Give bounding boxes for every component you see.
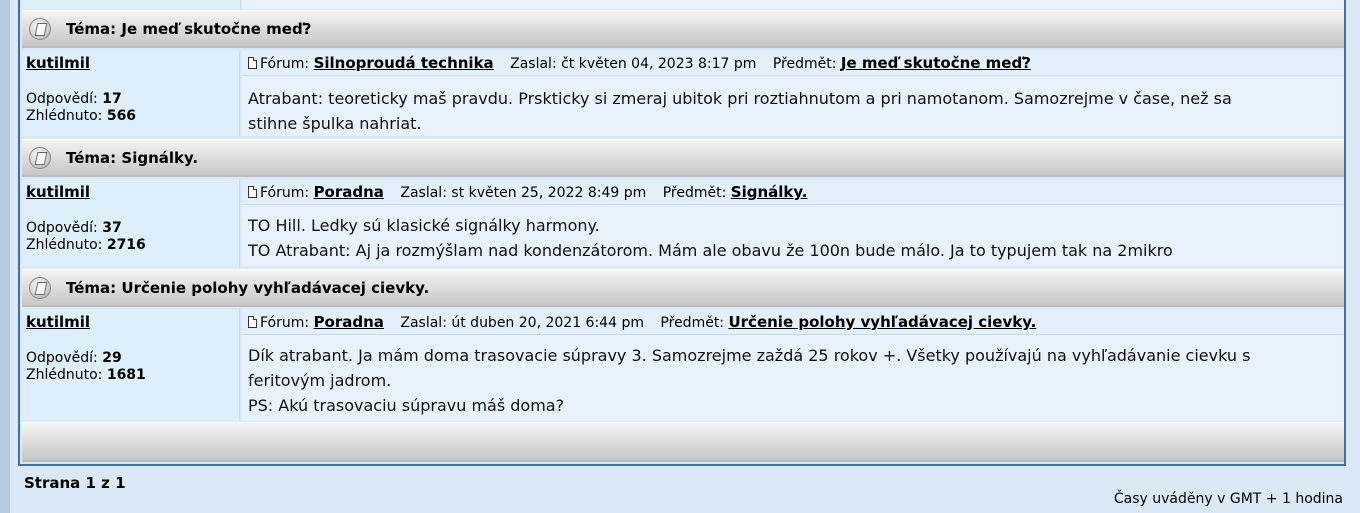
posted-date: Zaslal: út duben 20, 2021 6:44 pm [400, 315, 644, 331]
views-count: 566 [106, 108, 137, 124]
message-line: TO Atrabant: Aj ja rozmýšlam nad kondenz… [248, 241, 1173, 260]
post-message: TO Hill. Ledky sú klasické signálky harm… [248, 213, 1326, 263]
search-results-table: Téma: Je meď skutočne meď? kutilmil Odpo… [18, 0, 1346, 466]
forum-link[interactable]: Silnoproudá technika [314, 54, 494, 72]
replies-count: 17 [102, 91, 122, 107]
views-label: Zhlédnuto: [26, 367, 103, 383]
forum-link[interactable]: Poradna [314, 313, 384, 331]
topic-icon [29, 18, 51, 40]
post-row: kutilmil Odpovědí: 29 Zhlédnuto: 1681 Fó… [22, 309, 1344, 421]
topic-title[interactable]: Téma: Určenie polohy vyhľadávacej cievky… [66, 279, 429, 297]
forum-label: Fórum: [260, 185, 310, 201]
forum-link[interactable]: Poradna [314, 183, 384, 201]
post-document-icon [248, 186, 257, 198]
post-meta-bar: Fórum: Poradna Zaslal: st květen 25, 202… [242, 179, 1344, 205]
topic-stats: Odpovědí: 29 Zhlédnuto: 1681 [26, 350, 146, 384]
replies-label: Odpovědí: [26, 220, 98, 236]
subject-label: Předmět: [772, 56, 837, 72]
post-document-icon [248, 316, 257, 328]
message-line: PS: Akú trasovaciu súpravu máš doma? [248, 396, 565, 415]
topic-title[interactable]: Téma: Je meď skutočne meď? [66, 20, 311, 38]
table-footer-bar [22, 422, 1344, 462]
posted-date: Zaslal: čt květen 04, 2023 8:17 pm [510, 56, 757, 72]
topic-header: Téma: Signálky. [22, 139, 1344, 177]
subject-label: Předmět: [662, 185, 727, 201]
message-line: Dík atrabant. Ja mám doma trasovacie súp… [248, 346, 1251, 365]
topic-header: Téma: Určenie polohy vyhľadávacej cievky… [22, 269, 1344, 307]
topic-header: Téma: Je meď skutočne meď? [22, 10, 1344, 48]
subject-label: Předmět: [660, 315, 725, 331]
topic-icon [29, 147, 51, 169]
post-message: Atrabant: teoreticky maš pravdu. Prsktic… [248, 86, 1326, 136]
post-message: Dík atrabant. Ja mám doma trasovacie súp… [248, 343, 1326, 418]
subject-link[interactable]: Určenie polohy vyhľadávacej cievky. [728, 313, 1036, 331]
left-border-strip [0, 0, 10, 513]
timezone-info: Časy uváděny v GMT + 1 hodina [1113, 491, 1343, 507]
replies-count: 37 [102, 220, 122, 236]
subject-link[interactable]: Je meď skutočne meď? [841, 54, 1031, 72]
forum-label: Fórum: [260, 315, 310, 331]
topic-icon [29, 277, 51, 299]
username-link[interactable]: kutilmil [26, 183, 90, 201]
views-label: Zhlédnuto: [26, 108, 103, 124]
replies-label: Odpovědí: [26, 91, 98, 107]
posted-date: Zaslal: st květen 25, 2022 8:49 pm [400, 185, 647, 201]
previous-row-edge [22, 0, 1344, 9]
topic-stats: Odpovědí: 17 Zhlédnuto: 566 [26, 91, 136, 125]
topic-stats: Odpovědí: 37 Zhlédnuto: 2716 [26, 220, 146, 254]
views-count: 2716 [106, 237, 146, 253]
post-meta-bar: Fórum: Poradna Zaslal: út duben 20, 2021… [242, 309, 1344, 335]
pagination-info: Strana 1 z 1 [24, 474, 126, 492]
post-row: kutilmil Odpovědí: 17 Zhlédnuto: 566 Fór… [22, 50, 1344, 136]
replies-label: Odpovědí: [26, 350, 98, 366]
username-link[interactable]: kutilmil [26, 54, 90, 72]
message-line: Atrabant: teoreticky maš pravdu. Prsktic… [248, 89, 1232, 108]
post-author-cell: kutilmil Odpovědí: 17 Zhlédnuto: 566 [22, 50, 240, 136]
subject-link[interactable]: Signálky. [731, 183, 808, 201]
post-author-cell: kutilmil Odpovědí: 29 Zhlédnuto: 1681 [22, 309, 240, 421]
post-meta-bar: Fórum: Silnoproudá technika Zaslal: čt k… [242, 50, 1344, 76]
post-author-cell: kutilmil Odpovědí: 37 Zhlédnuto: 2716 [22, 179, 240, 266]
forum-label: Fórum: [260, 56, 310, 72]
views-count: 1681 [106, 367, 146, 383]
post-document-icon [248, 57, 257, 69]
views-label: Zhlédnuto: [26, 237, 103, 253]
message-line: stihne špulka nahriat. [248, 114, 422, 133]
topic-title[interactable]: Téma: Signálky. [66, 149, 198, 167]
username-link[interactable]: kutilmil [26, 313, 90, 331]
replies-count: 29 [102, 350, 122, 366]
post-row: kutilmil Odpovědí: 37 Zhlédnuto: 2716 Fó… [22, 179, 1344, 266]
message-line: feritovým jadrom. [248, 371, 392, 390]
message-line: TO Hill. Ledky sú klasické signálky harm… [248, 216, 600, 235]
